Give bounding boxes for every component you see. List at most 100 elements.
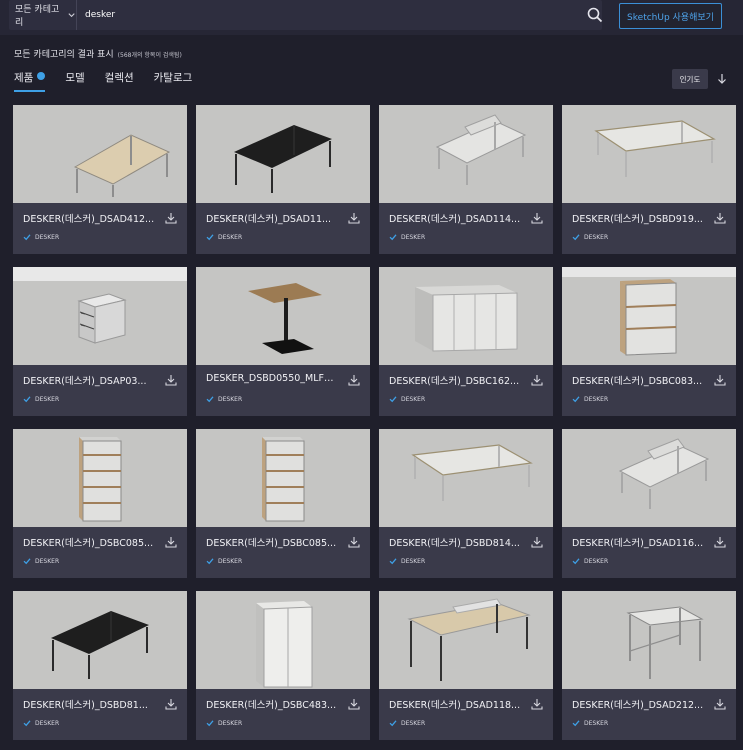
arrow-down-icon [718,74,726,84]
product-card[interactable]: DESKER(데스커)_DSAD116... DESKER [562,429,736,578]
product-title[interactable]: DESKER(데스커)_DSAD116... [572,535,704,549]
product-thumbnail[interactable] [379,429,553,527]
product-thumbnail[interactable] [196,105,370,203]
product-card[interactable]: DESKER(데스커)_DSAD114... DESKER [379,105,553,254]
product-thumbnail[interactable] [562,267,736,365]
product-card[interactable]: DESKER(데스커)_DSBC085... DESKER [13,429,187,578]
brand-name: DESKER [584,557,609,565]
brand-label[interactable]: DESKER [572,395,608,403]
product-title[interactable]: DESKER(데스커)_DSAD11... [206,211,338,225]
category-dropdown[interactable]: 모든 카테고리 [9,0,77,30]
brand-label[interactable]: DESKER [206,557,242,565]
download-button[interactable] [164,697,178,711]
product-card[interactable]: DESKER(데스커)_DSAD11... DESKER [196,105,370,254]
product-card[interactable]: DESKER(데스커)_DSBC085... DESKER [196,429,370,578]
product-thumbnail[interactable] [562,591,736,689]
product-card[interactable]: DESKER(데스커)_DSBD919... DESKER [562,105,736,254]
product-title[interactable]: DESKER(데스커)_DSBD919... [572,211,704,225]
product-card[interactable]: DESKER(데스커)_DSBC483... DESKER [196,591,370,740]
checkmark-icon [23,558,31,565]
product-card[interactable]: DESKER(데스커)_DSAD412... DESKER [13,105,187,254]
product-thumbnail[interactable] [196,591,370,689]
product-thumbnail[interactable] [562,429,736,527]
download-button[interactable] [530,211,544,225]
product-thumbnail[interactable] [13,267,187,365]
product-thumbnail[interactable] [379,267,553,365]
product-card[interactable]: DESKER(데스커)_DSAD212... DESKER [562,591,736,740]
download-button[interactable] [347,697,361,711]
product-title[interactable]: DESKER(데스커)_DSBD81... [23,697,155,711]
product-title[interactable]: DESKER(데스커)_DSAD412... [23,211,155,225]
product-card[interactable]: DESKER(데스커)_DSBD81... DESKER [13,591,187,740]
product-title[interactable]: DESKER_DSBD0550_MLFK... [206,373,338,384]
brand-label[interactable]: DESKER [23,557,59,565]
search-input[interactable] [85,5,555,25]
download-button[interactable] [530,535,544,549]
download-button[interactable] [713,373,727,387]
brand-label[interactable]: DESKER [23,233,59,241]
product-title[interactable]: DESKER(데스커)_DSAD118... [389,697,521,711]
product-card[interactable]: DESKER(데스커)_DSAD118... DESKER [379,591,553,740]
brand-label[interactable]: DESKER [23,719,59,727]
product-title[interactable]: DESKER(데스커)_DSAD212... [572,697,704,711]
download-button[interactable] [347,211,361,225]
product-title[interactable]: DESKER(데스커)_DSBC162... [389,373,521,387]
product-thumbnail[interactable] [13,105,187,203]
product-card[interactable]: DESKER(데스커)_DSBC162... DESKER [379,267,553,416]
tab-models[interactable]: 모델 [65,70,84,90]
tab-catalogs[interactable]: 카탈로그 [154,70,193,90]
product-title[interactable]: DESKER(데스커)_DSBC483... [206,697,338,711]
product-thumbnail[interactable] [13,591,187,689]
download-button[interactable] [347,535,361,549]
sort-dropdown[interactable]: 인기도 [672,69,708,89]
sort-direction-button[interactable] [715,71,729,87]
product-title[interactable]: DESKER(데스커)_DSBC085... [206,535,338,549]
brand-label[interactable]: DESKER [389,719,425,727]
product-title[interactable]: DESKER(데스커)_DSBD814... [389,535,521,549]
product-title[interactable]: DESKER(데스커)_DSAP03... [23,373,155,387]
product-thumbnail[interactable] [196,267,370,365]
product-card[interactable]: DESKER(데스커)_DSAP03... DESKER [13,267,187,416]
product-thumbnail[interactable] [379,105,553,203]
brand-label[interactable]: DESKER [572,719,608,727]
product-thumbnail[interactable] [379,591,553,689]
brand-label[interactable]: DESKER [206,395,242,403]
brand-label[interactable]: DESKER [572,233,608,241]
brand-label[interactable]: DESKER [389,395,425,403]
download-button[interactable] [530,373,544,387]
brand-label[interactable]: DESKER [572,557,608,565]
search-button[interactable] [584,4,606,26]
product-thumbnail[interactable] [13,429,187,527]
checkmark-icon [572,396,580,403]
download-button[interactable] [713,697,727,711]
brand-label[interactable]: DESKER [206,233,242,241]
product-thumbnail[interactable] [562,105,736,203]
brand-name: DESKER [35,233,60,241]
product-card[interactable]: DESKER(데스커)_DSBC083... DESKER [562,267,736,416]
product-title[interactable]: DESKER(데스커)_DSBC085... [23,535,155,549]
checkmark-icon [23,234,31,241]
download-icon [165,537,177,548]
brand-label[interactable]: DESKER [389,233,425,241]
download-button[interactable] [164,373,178,387]
download-button[interactable] [347,373,361,387]
product-title[interactable]: DESKER(데스커)_DSBC083... [572,373,704,387]
tab-collections[interactable]: 컬렉션 [105,70,134,90]
download-button[interactable] [713,535,727,549]
product-card[interactable]: DESKER_DSBD0550_MLFK... DESKER [196,267,370,416]
download-button[interactable] [713,211,727,225]
download-button[interactable] [530,697,544,711]
download-button[interactable] [164,211,178,225]
product-card[interactable]: DESKER(데스커)_DSBD814... DESKER [379,429,553,578]
product-thumbnail[interactable] [196,429,370,527]
brand-label[interactable]: DESKER [206,719,242,727]
sketchup-try-button[interactable]: SketchUp 사용해보기 [619,3,722,29]
tab-products[interactable]: 제품 [14,70,46,92]
download-icon [165,375,177,386]
download-button[interactable] [164,535,178,549]
brand-label[interactable]: DESKER [23,395,59,403]
brand-name: DESKER [218,395,243,403]
brand-label[interactable]: DESKER [389,557,425,565]
product-title[interactable]: DESKER(데스커)_DSAD114... [389,211,521,225]
results-summary: 모든 카테고리의 결과 표시 (568개의 항목이 검색됨) [14,47,182,60]
